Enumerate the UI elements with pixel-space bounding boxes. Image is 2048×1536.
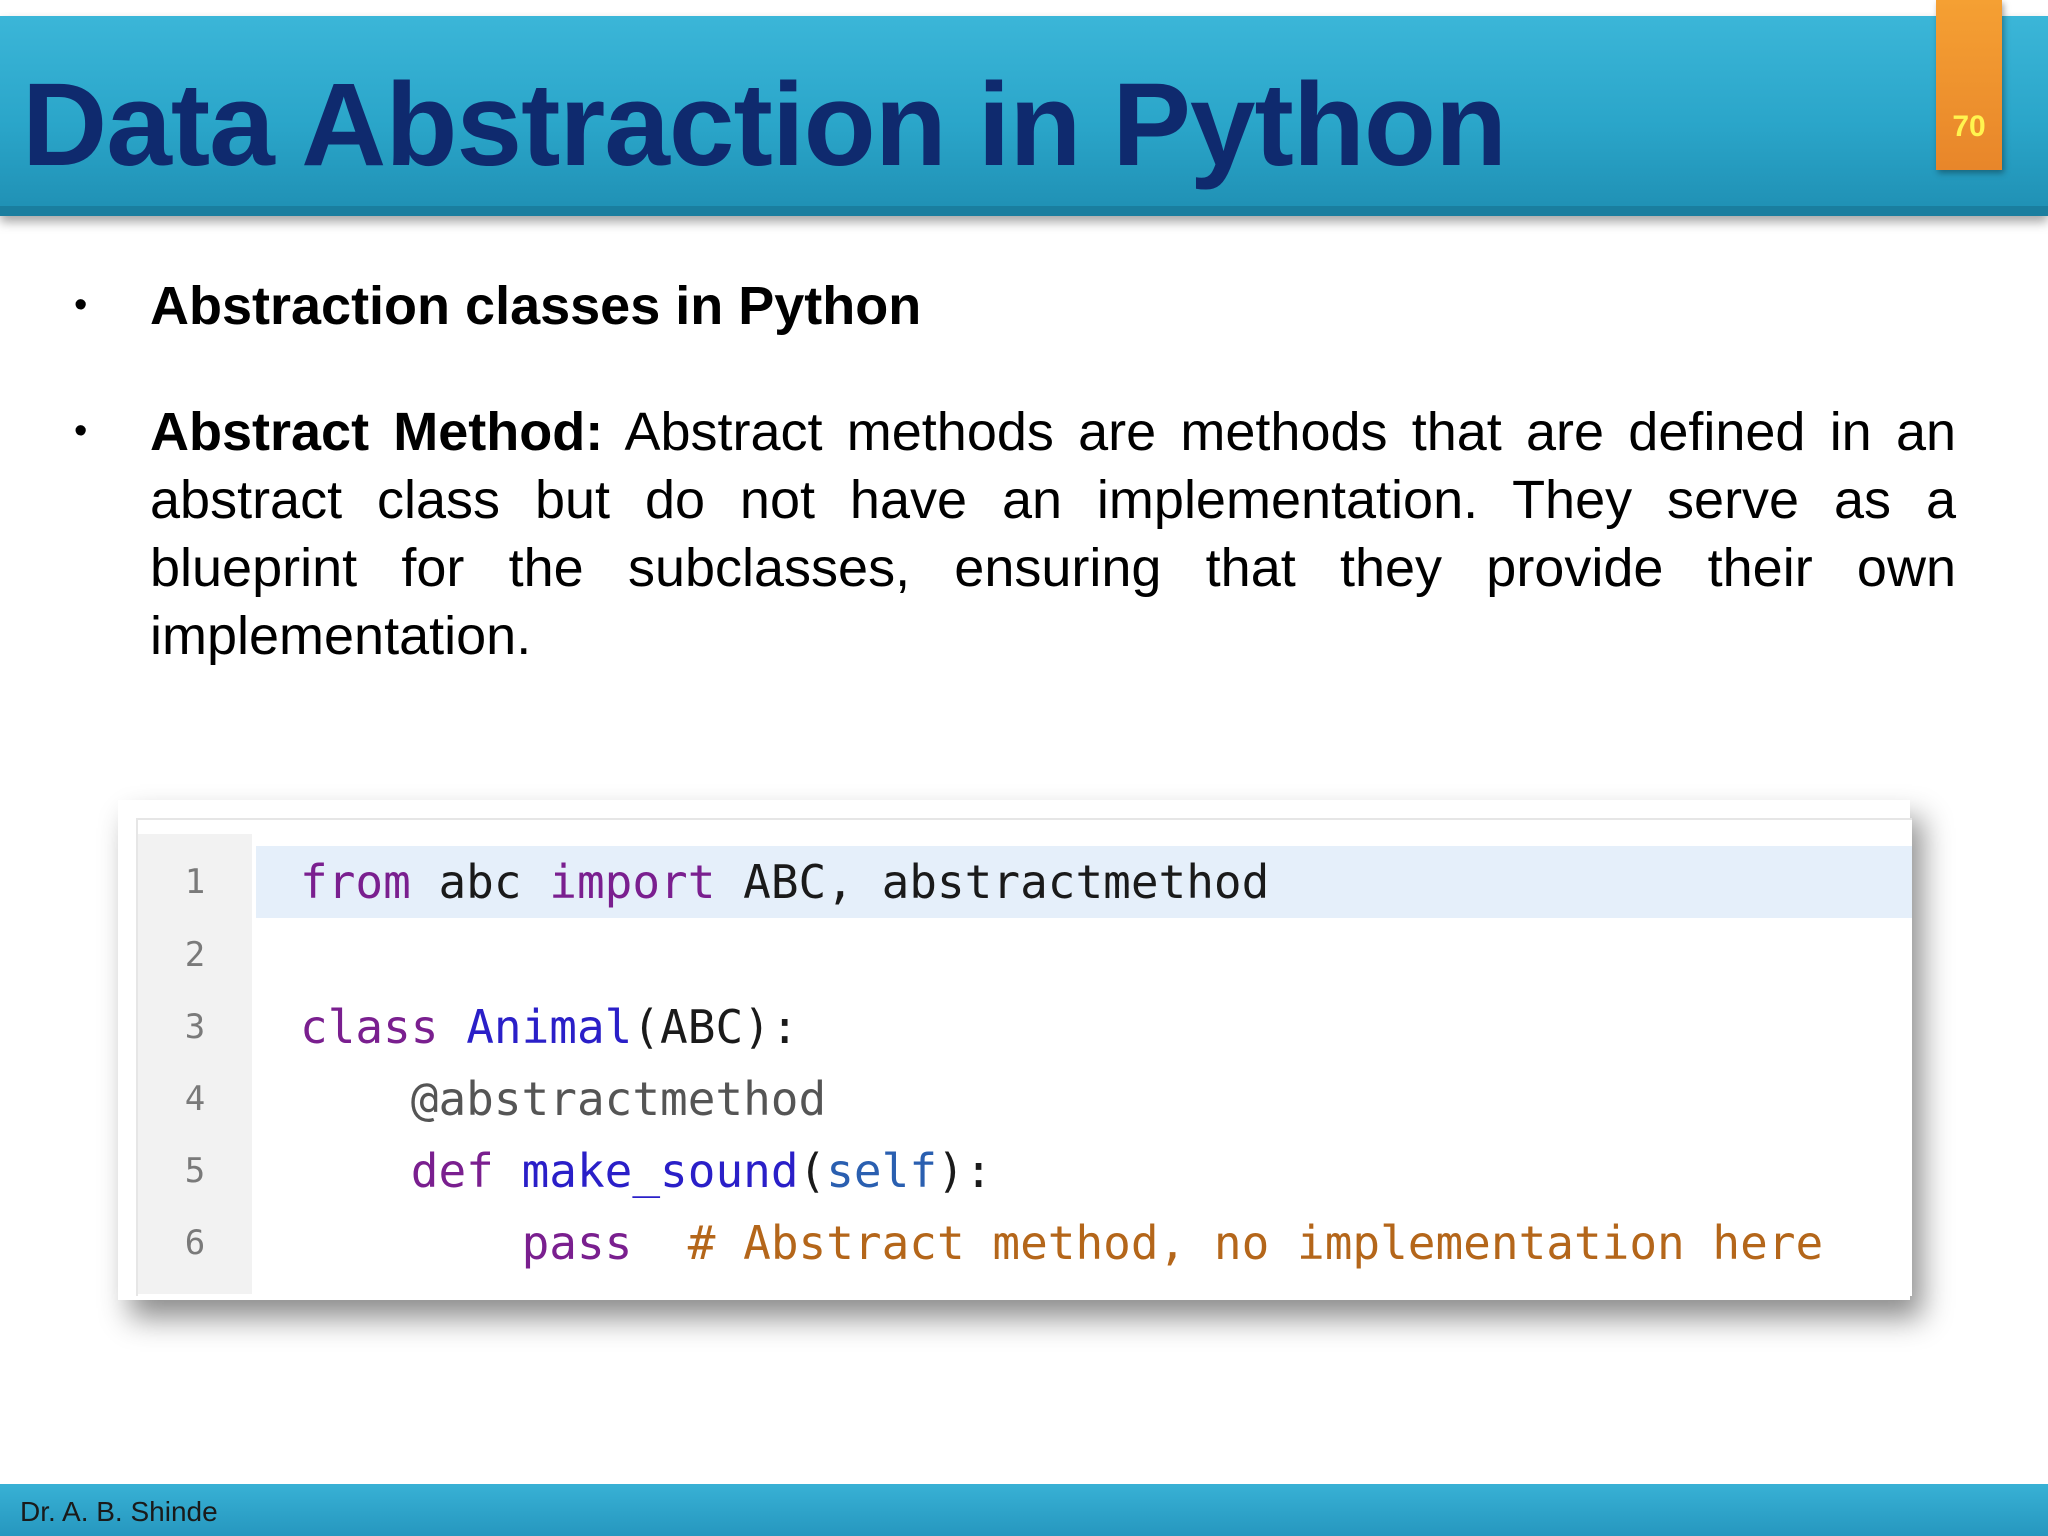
bullet-item-definition: Abstract Method: Abstract methods are me… (150, 398, 1956, 670)
code-block: 1 from abc import ABC, abstractmethod 2 … (136, 818, 1912, 1296)
code-line: 4 @abstractmethod (138, 1063, 1912, 1135)
code-line: 6 pass # Abstract method, no implementat… (138, 1207, 1912, 1279)
slide-footer: Dr. A. B. Shinde (0, 1484, 2048, 1536)
code-text: def make_sound(self): (410, 1144, 993, 1198)
bullet-marker: • (74, 284, 88, 326)
line-number: 2 (184, 935, 206, 975)
code-text: @abstractmethod (410, 1072, 827, 1126)
line-number: 4 (184, 1079, 206, 1119)
code-text: from abc import ABC, abstractmethod (300, 855, 1270, 909)
slide-title: Data Abstraction in Python (22, 59, 1507, 191)
line-number: 3 (184, 1007, 206, 1047)
definition-term: Abstract Method: (150, 402, 604, 462)
bullet-marker: • (74, 410, 88, 452)
code-text: class Animal(ABC): (300, 1000, 799, 1054)
author-name: Dr. A. B. Shinde (20, 1496, 218, 1527)
code-line: 1 from abc import ABC, abstractmethod (138, 846, 1912, 918)
code-line: 3 class Animal(ABC): (138, 991, 1912, 1063)
line-number: 6 (184, 1223, 206, 1263)
page-number-tab: 70 (1936, 0, 2002, 170)
bullet-item: Abstraction classes in Python (150, 276, 922, 336)
code-text: pass # Abstract method, no implementatio… (521, 1216, 1824, 1270)
header-divider (0, 206, 2048, 216)
page-number: 70 (1952, 110, 1986, 143)
code-line: 5 def make_sound(self): (138, 1135, 1912, 1207)
code-line: 2 (138, 919, 1912, 991)
line-number: 5 (184, 1151, 206, 1191)
line-number: 1 (184, 862, 206, 902)
